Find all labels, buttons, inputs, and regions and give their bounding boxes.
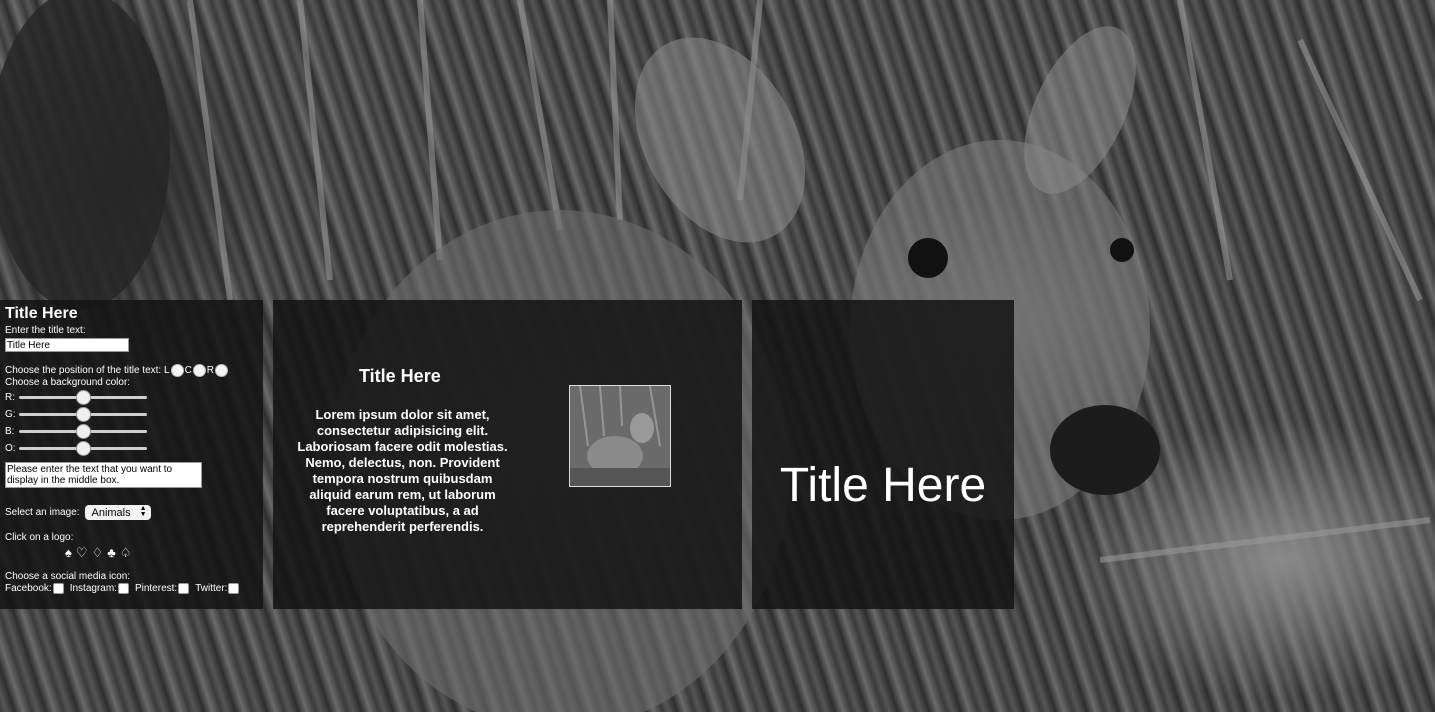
image-select-row: Select an image: Animals ▲ ▼ [5,505,258,520]
logo-picker: ♠ ♡ ♢ ♣ ♤ [5,545,258,561]
slider-opacity: O: [5,440,258,457]
facebook-label: Facebook: [5,583,52,594]
slider-red-thumb[interactable] [76,390,91,405]
middle-body-text: Lorem ipsum dolor sit amet, consectetur … [297,407,508,534]
title-text-label: Enter the title text: [5,325,86,336]
spade-outline-icon[interactable]: ♤ [120,545,134,561]
social-options: Facebook: Instagram: Pinterest: Twitter: [5,583,258,594]
background-color-label: Choose a background color: [5,377,131,388]
pinterest-checkbox[interactable] [178,583,190,594]
image-select-label: Select an image: [5,507,80,518]
club-icon[interactable]: ♣ [107,545,118,560]
title-position-row: Choose the position of the title text: L… [5,364,258,377]
slider-red: R: [5,389,258,406]
middle-box: Title Here Lorem ipsum dolor sit amet, c… [273,300,742,609]
slider-green-track[interactable] [19,407,147,422]
slider-opacity-thumb[interactable] [76,441,91,456]
controls-panel: Title Here Enter the title text: Choose … [0,300,263,609]
slider-red-label: R: [5,392,15,403]
slider-opacity-track[interactable] [19,441,147,456]
position-option-left: L [164,364,185,377]
social-label: Choose a social media icon: [5,571,131,582]
right-box: Title Here [752,300,1014,609]
position-left-label: L [164,364,170,376]
slider-blue-thumb[interactable] [76,424,91,439]
image-select[interactable]: Animals ▲ ▼ [84,505,151,520]
heart-icon[interactable]: ♡ [76,545,90,561]
title-text-input[interactable] [5,338,129,352]
middle-text-input[interactable]: Please enter the text that you want to d… [5,462,202,488]
controls-heading: Title Here [5,305,78,322]
slider-green-label: G: [5,409,16,420]
twitter-checkbox[interactable] [228,583,240,594]
diamond-icon[interactable]: ♢ [92,545,106,561]
instagram-checkbox[interactable] [117,583,129,594]
title-position-label: Choose the position of the title text: [5,364,162,376]
position-left-radio[interactable] [170,364,184,377]
middle-title: Title Here [359,366,441,386]
select-arrows-icon: ▲ ▼ [139,505,147,518]
slider-blue-track[interactable] [19,424,147,439]
slider-blue-label: B: [5,426,15,437]
position-option-right: R [207,364,229,377]
position-center-radio[interactable] [192,364,206,377]
position-right-label: R [206,364,215,376]
slider-green: G: [5,406,258,423]
position-right-radio[interactable] [215,364,229,377]
image-select-value: Animals [91,506,131,519]
spade-icon[interactable]: ♠ [65,545,74,560]
slider-blue: B: [5,423,258,440]
slider-green-thumb[interactable] [76,407,91,422]
position-center-label: C [184,364,192,376]
right-title: Title Here [779,459,987,512]
position-option-center: C [185,364,207,377]
slider-red-track[interactable] [19,390,147,405]
facebook-checkbox[interactable] [52,583,64,594]
animal-thumbnail [569,385,671,487]
slider-opacity-label: O: [5,443,16,454]
instagram-label: Instagram: [69,583,117,594]
twitter-label: Twitter: [195,583,228,594]
logo-label: Click on a logo: [5,532,74,543]
pinterest-label: Pinterest: [134,583,178,594]
